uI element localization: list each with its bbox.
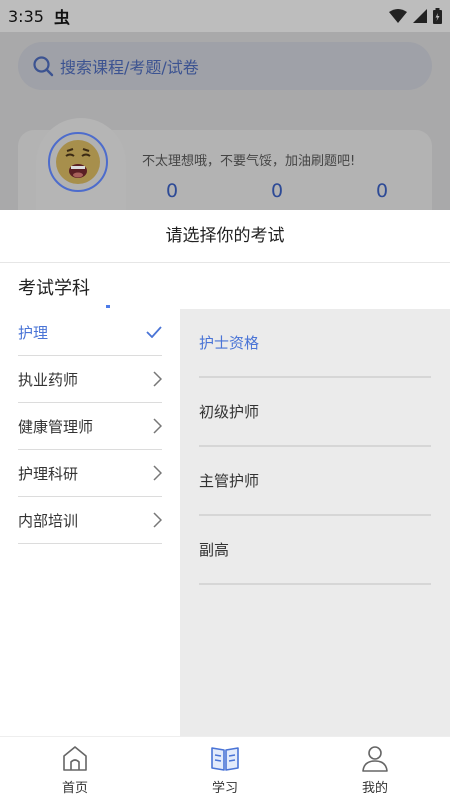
sheet-title: 请选择你的考试 <box>0 210 450 263</box>
avatar[interactable] <box>48 132 108 192</box>
chevron-right-icon <box>153 371 162 387</box>
stat-value-1: 0 <box>166 180 179 202</box>
subcategory-item-associate-senior[interactable]: 副高 <box>199 516 431 585</box>
subcategory-item-junior-nurse[interactable]: 初级护师 <box>199 378 431 447</box>
category-item-nursing[interactable]: 护理 <box>18 309 162 356</box>
category-label: 护理 <box>18 323 49 342</box>
exam-select-sheet: 请选择你的考试 考试学科 护理 执业药师 健康管理师 护理科研 内部培训 护士资… <box>0 210 450 736</box>
signal-icon <box>413 9 427 23</box>
nav-profile[interactable]: 我的 <box>300 737 450 801</box>
category-item-health-manager[interactable]: 健康管理师 <box>18 403 162 450</box>
subcategory-panel: 护士资格 初级护师 主管护师 副高 <box>180 309 450 736</box>
category-label: 护理科研 <box>18 464 79 483</box>
category-label: 健康管理师 <box>18 417 94 436</box>
nav-study[interactable]: 学习 <box>150 737 300 801</box>
status-bar: 3:35 虫 <box>0 0 450 32</box>
chevron-right-icon <box>153 465 162 481</box>
stat-value-3: 0 <box>376 180 389 202</box>
motivation-text: 不太理想哦，不要气馁，加油刷题吧! <box>142 154 356 169</box>
battery-icon <box>433 8 442 24</box>
category-list: 护理 执业药师 健康管理师 护理科研 内部培训 <box>0 309 180 736</box>
nav-label: 学习 <box>211 781 238 796</box>
category-label: 执业药师 <box>18 370 79 389</box>
nav-label: 我的 <box>361 781 388 796</box>
subcategory-item-nurse-qualification[interactable]: 护士资格 <box>199 309 431 378</box>
category-label: 内部培训 <box>18 511 79 530</box>
category-item-internal-training[interactable]: 内部培训 <box>18 497 162 544</box>
nav-label: 首页 <box>61 781 88 796</box>
nav-home[interactable]: 首页 <box>0 737 150 801</box>
wifi-icon <box>389 9 407 23</box>
home-icon <box>63 746 87 771</box>
subcategory-item-charge-nurse[interactable]: 主管护师 <box>199 447 431 516</box>
bottom-nav: 首页 学习 我的 <box>0 736 450 801</box>
chevron-right-icon <box>153 512 162 528</box>
check-icon <box>146 326 162 338</box>
app-notification-icon: 虫 <box>53 8 70 27</box>
category-item-pharmacist[interactable]: 执业药师 <box>18 356 162 403</box>
book-icon <box>211 747 239 771</box>
chevron-right-icon <box>153 418 162 434</box>
user-icon <box>362 746 388 772</box>
section-title: 考试学科 <box>18 278 90 299</box>
stat-value-2: 0 <box>271 180 284 202</box>
tired-face-icon <box>56 140 100 184</box>
search-bar[interactable]: 搜索课程/考题/试卷 <box>18 42 432 90</box>
status-icons <box>389 8 442 24</box>
status-time: 3:35 <box>8 6 44 26</box>
category-item-nursing-research[interactable]: 护理科研 <box>18 450 162 497</box>
search-input[interactable]: 搜索课程/考题/试卷 <box>60 54 199 78</box>
search-icon <box>33 56 54 77</box>
tab-indicator <box>106 305 110 308</box>
